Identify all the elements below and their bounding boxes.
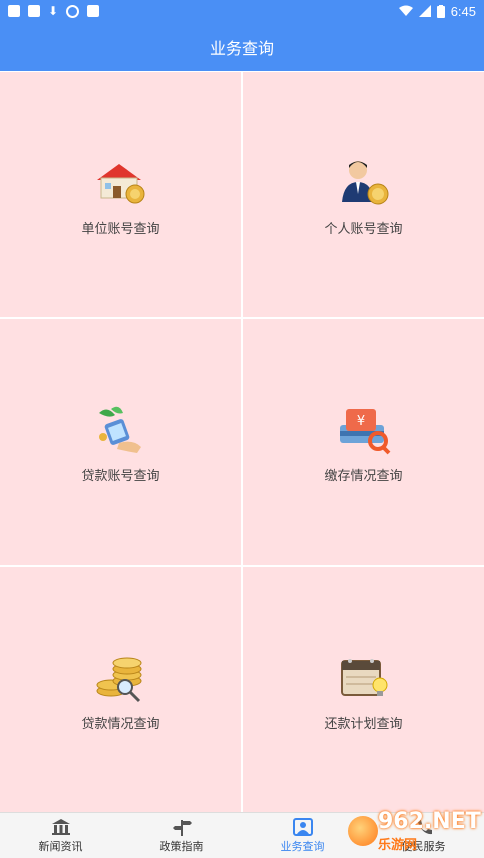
grid-item-label: 个人账号查询 [324, 222, 403, 238]
grid-item-unit-account[interactable]: 单位账号查询 [0, 70, 242, 319]
download-icon: ⬇ [48, 4, 59, 18]
nav-item-news[interactable]: 新闻资讯 [0, 813, 121, 858]
nav-item-business-query[interactable]: 业务查询 [242, 813, 363, 858]
signpost-icon [172, 818, 192, 836]
image-icon [28, 5, 40, 17]
grid-item-loan-status[interactable]: 贷款情况查询 [0, 565, 242, 813]
calendar-bulb-icon [334, 647, 394, 707]
a-icon [87, 5, 100, 17]
building-icon [51, 818, 71, 836]
page-title: 业务查询 [209, 39, 274, 58]
grid-item-label: 贷款情况查询 [81, 716, 160, 732]
svg-text:¥: ¥ [356, 414, 364, 429]
phone-icon [414, 818, 434, 836]
nav-label: 业务查询 [280, 839, 325, 853]
status-time: 6:45 [450, 3, 476, 19]
query-grid: 单位账号查询 个人账号查询 贷款账号查询 ¥ 缴存情况查询 贷款情况查询 还款计… [0, 70, 484, 813]
nav-item-policy[interactable]: 政策指南 [121, 813, 242, 858]
battery-icon [436, 4, 445, 18]
grid-item-personal-account[interactable]: 个人账号查询 [242, 70, 484, 319]
app-icon [8, 5, 20, 17]
page-title-bar: 业务查询 [0, 22, 484, 72]
coins-search-icon [91, 647, 151, 707]
grid-item-label: 缴存情况查询 [324, 469, 403, 485]
status-bar: ⬇ 6:45 [0, 0, 484, 22]
person-card-icon [292, 817, 313, 836]
wifi-icon [398, 5, 413, 16]
grid-item-deposit-status[interactable]: ¥ 缴存情况查询 [242, 318, 484, 566]
grid-item-label: 还款计划查询 [324, 716, 403, 732]
grid-item-loan-account[interactable]: 贷款账号查询 [0, 318, 242, 566]
nav-label: 政策指南 [159, 839, 204, 853]
status-left-icons: ⬇ [8, 4, 100, 18]
house-coin-icon [91, 152, 151, 212]
circle-icon [66, 4, 80, 18]
person-coin-icon [334, 152, 394, 212]
signal-icon [418, 5, 431, 17]
nav-label: 便民服务 [401, 839, 446, 853]
nav-label: 新闻资讯 [38, 839, 83, 853]
grid-item-label: 单位账号查询 [81, 222, 160, 238]
card-search-icon: ¥ [334, 399, 394, 459]
grid-item-label: 贷款账号查询 [81, 469, 160, 485]
nav-item-services[interactable]: 便民服务 [363, 813, 484, 858]
status-right: 6:45 [398, 3, 476, 19]
money-hand-icon [91, 399, 151, 459]
bottom-nav: 新闻资讯 政策指南 业务查询 便民服务 [0, 812, 484, 858]
grid-item-repayment-plan[interactable]: 还款计划查询 [242, 565, 484, 813]
